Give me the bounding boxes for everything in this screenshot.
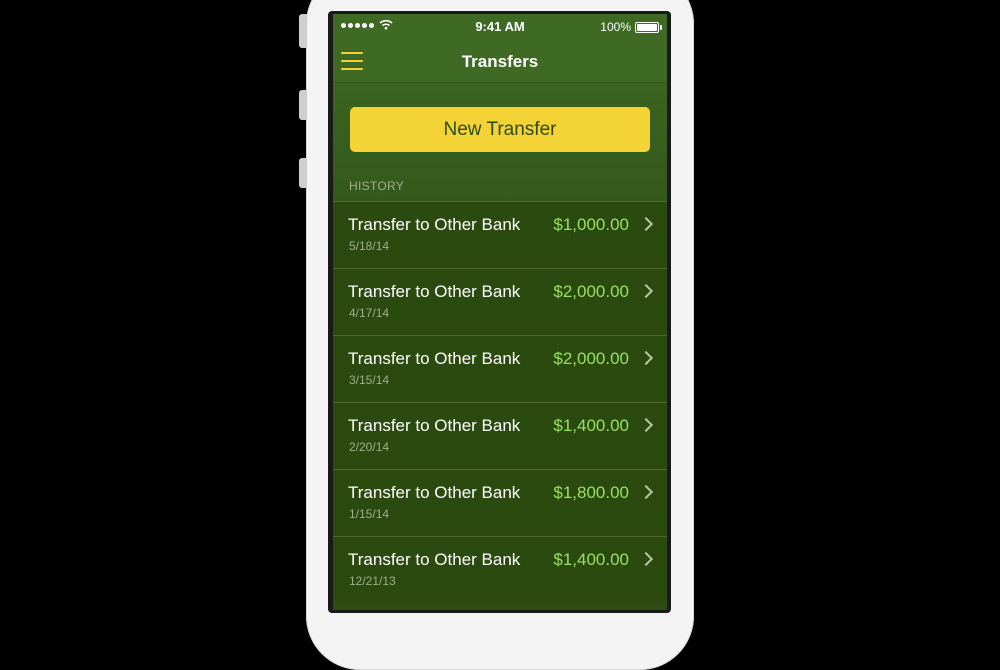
- transfer-row[interactable]: Transfer to Other Bank 5/18/14 $1,000.00: [333, 201, 667, 268]
- transfer-row[interactable]: Transfer to Other Bank 1/15/14 $1,800.00: [333, 469, 667, 536]
- app-screen: 9:41 AM 100% Transfers New Transfer HIST…: [333, 14, 667, 610]
- transfer-date: 3/15/14: [349, 373, 390, 387]
- chevron-right-icon: [638, 350, 654, 366]
- status-bar: 9:41 AM 100%: [333, 14, 667, 40]
- history-section-label: HISTORY: [349, 179, 405, 193]
- transfer-date: 1/15/14: [349, 507, 390, 521]
- transfer-title: Transfer to Other Bank: [348, 282, 521, 301]
- transfer-amount: $1,800.00: [553, 483, 629, 502]
- transfer-amount: $2,000.00: [553, 349, 629, 368]
- volume-up-button: [299, 90, 307, 120]
- transfer-row[interactable]: Transfer to Other Bank 3/15/14 $2,000.00: [333, 335, 667, 402]
- battery-percentage: 100%: [600, 20, 631, 34]
- transfer-row[interactable]: Transfer to Other Bank 4/17/14 $2,000.00: [333, 268, 667, 335]
- chevron-right-icon: [638, 551, 654, 567]
- transfer-amount: $2,000.00: [553, 282, 629, 301]
- transfer-title: Transfer to Other Bank: [348, 483, 521, 502]
- new-transfer-button[interactable]: New Transfer: [350, 107, 650, 152]
- chevron-right-icon: [638, 484, 654, 500]
- transfer-title: Transfer to Other Bank: [348, 550, 521, 569]
- transfer-title: Transfer to Other Bank: [348, 349, 521, 368]
- page-title: Transfers: [461, 52, 539, 71]
- chevron-right-icon: [638, 283, 654, 299]
- transfer-title: Transfer to Other Bank: [348, 416, 521, 435]
- navigation-bar: Transfers: [333, 40, 667, 83]
- chevron-right-icon: [638, 216, 654, 232]
- transfer-row[interactable]: Transfer to Other Bank 2/20/14 $1,400.00: [333, 402, 667, 469]
- transfer-date: 2/20/14: [349, 440, 390, 454]
- action-area: New Transfer HISTORY: [333, 83, 667, 201]
- transfer-amount: $1,400.00: [553, 550, 629, 569]
- mute-switch: [299, 14, 307, 48]
- transfer-date: 5/18/14: [349, 239, 390, 253]
- transfer-date: 4/17/14: [349, 306, 390, 320]
- transfer-history-list: Transfer to Other Bank 5/18/14 $1,000.00…: [333, 201, 667, 603]
- transfer-date: 12/21/13: [349, 574, 396, 588]
- chevron-right-icon: [638, 417, 654, 433]
- transfer-amount: $1,000.00: [553, 215, 629, 234]
- transfer-title: Transfer to Other Bank: [348, 215, 521, 234]
- battery-icon: [635, 22, 662, 33]
- transfer-amount: $1,400.00: [553, 416, 629, 435]
- volume-down-button: [299, 158, 307, 188]
- transfer-row[interactable]: Transfer to Other Bank 12/21/13 $1,400.0…: [333, 536, 667, 603]
